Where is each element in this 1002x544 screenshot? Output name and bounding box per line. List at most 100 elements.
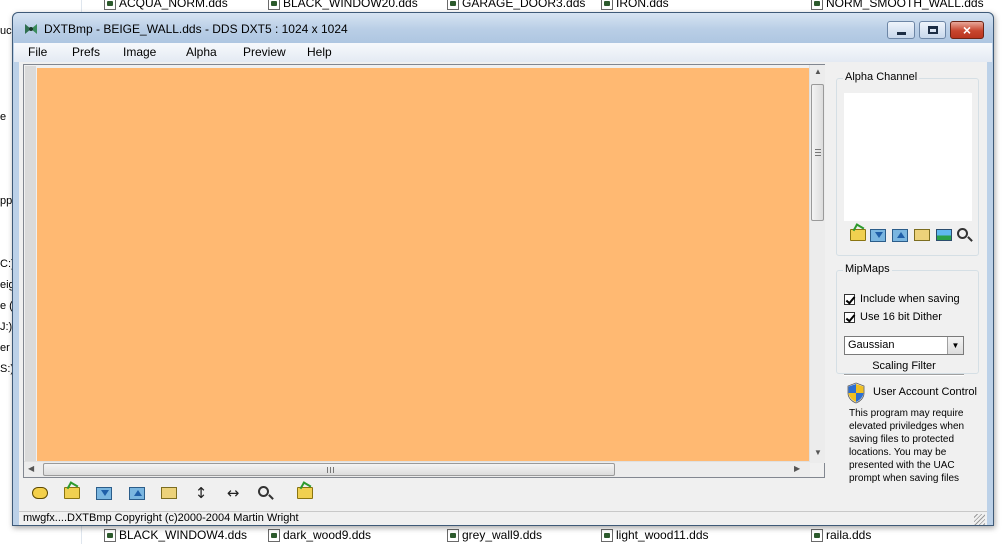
vertical-scrollbar[interactable]: ▲ ▼ [809,65,825,463]
uac-shield-icon [847,382,865,404]
include-when-saving-checkbox[interactable] [844,293,855,305]
save-image-button[interactable] [94,484,114,502]
dxtbmp-window: DXTBmp - BEIGE_WALL.dds - DDS DXT5 : 102… [12,12,994,526]
background-fragment: e [0,111,7,123]
status-text: mwgfx....DXTBmp Copyright (c)2000-2004 M… [23,512,299,524]
file-name: BLACK_WINDOW20.dds [283,0,418,10]
file-name: raila.dds [826,528,872,542]
app-icon [25,24,37,34]
scroll-down-arrow-icon[interactable]: ▼ [814,448,822,457]
background-fragment: ucl [0,25,12,37]
background-file[interactable]: dark_wood9.dds [268,527,371,543]
zoom-button[interactable] [255,484,275,502]
grip-icon [815,149,821,156]
dds-file-icon [268,0,280,10]
dds-file-icon [601,528,613,542]
menu-bar: File Prefs Image Alpha Preview Help [14,43,992,62]
resize-grip-icon[interactable] [974,514,985,525]
client-area: ▲ ▼ ◀ ▶ ↕ ↔ Alpha Channel MipMaps Includ… [19,62,987,525]
mipmaps-label: MipMaps [843,263,892,275]
load-alpha-button[interactable] [891,226,909,244]
open-folder-icon [297,487,313,499]
dds-file-icon [447,0,459,10]
menu-alpha[interactable]: Alpha [186,45,217,59]
open-alpha-file-icon [914,229,930,241]
background-file[interactable]: IRON.dds [601,0,669,11]
background-fragment: eig [0,279,12,291]
open-alpha-file-button[interactable] [913,226,931,244]
texture-canvas[interactable] [37,68,823,461]
chevron-down-icon[interactable]: ▼ [947,337,963,354]
menu-prefs[interactable]: Prefs [72,45,100,59]
dds-file-icon [811,0,823,10]
open-folder-button[interactable] [295,484,315,502]
title-bar[interactable]: DXTBmp - BEIGE_WALL.dds - DDS DXT5 : 102… [13,13,993,43]
background-file[interactable]: grey_wall9.dds [447,527,542,543]
dds-file-icon [811,528,823,542]
background-file[interactable]: BLACK_WINDOW4.dds [104,527,247,543]
flip-horizontal-icon: ↔ [226,483,240,502]
flip-vertical-button[interactable]: ↕ [191,484,211,502]
background-explorer-edge: ucl e pp C:) eig e ( J:) er S:) [0,0,12,544]
menu-preview[interactable]: Preview [243,45,286,59]
view-alpha-button[interactable] [935,226,953,244]
close-icon: × [962,22,972,38]
file-name: IRON.dds [616,0,669,10]
file-name: NORM_SMOOTH_WALL.dds [826,0,984,10]
zoom-alpha-button[interactable] [955,226,973,244]
background-file[interactable]: NORM_SMOOTH_WALL.dds [811,0,984,11]
zoom-icon [258,486,269,497]
background-file[interactable]: light_wood11.dds [601,527,709,543]
background-fragment: S:) [0,363,12,375]
mipmaps-group: MipMaps Include when saving Use 16 bit D… [836,263,979,376]
close-button[interactable]: × [950,21,984,39]
use-16bit-dither-checkbox[interactable] [844,311,855,323]
alpha-preview[interactable] [844,93,972,221]
scroll-right-arrow-icon[interactable]: ▶ [794,464,800,473]
file-name: ACQUA_NORM.dds [119,0,228,10]
background-file[interactable]: raila.dds [811,527,871,543]
file-name: GARAGE_DOOR3.dds [462,0,586,10]
background-file[interactable]: BLACK_WINDOW20.dds [268,0,418,11]
bug-button[interactable] [30,484,50,502]
image-viewer: ▲ ▼ ◀ ▶ [23,64,825,478]
minimize-icon [896,31,906,35]
save-alpha-button[interactable] [869,226,887,244]
uac-description: This program may require elevated privil… [849,408,965,484]
alpha-channel-label: Alpha Channel [843,71,920,83]
include-when-saving-label: Include when saving [860,293,960,305]
minimize-button[interactable] [887,21,915,39]
horizontal-scrollbar[interactable]: ◀ ▶ [24,461,810,477]
dds-file-icon [104,0,116,10]
background-file[interactable]: ACQUA_NORM.dds [104,0,228,11]
maximize-button[interactable] [919,21,946,39]
menu-image[interactable]: Image [123,45,156,59]
flip-horizontal-button[interactable]: ↔ [223,484,243,502]
use-16bit-dither-row[interactable]: Use 16 bit Dither [844,311,942,323]
horizontal-scroll-thumb[interactable] [43,463,615,476]
main-toolbar: ↕ ↔ [27,482,327,506]
open-alpha-button[interactable] [849,226,867,244]
dds-file-icon [268,528,280,542]
status-bar: mwgfx....DXTBmp Copyright (c)2000-2004 M… [19,511,987,526]
background-fragment: er [0,342,10,354]
divider [844,374,964,376]
menu-file[interactable]: File [28,45,47,59]
include-when-saving-row[interactable]: Include when saving [844,293,960,305]
file-name: BLACK_WINDOW4.dds [119,528,248,542]
window-title: DXTBmp - BEIGE_WALL.dds - DDS DXT5 : 102… [44,22,348,36]
alpha-toolbar [849,226,974,246]
open-file-button[interactable] [159,484,179,502]
zoom-alpha-icon [957,228,968,239]
open-button[interactable] [62,484,82,502]
load-image-button[interactable] [127,484,147,502]
dds-file-icon [601,0,613,10]
background-file[interactable]: GARAGE_DOOR3.dds [447,0,585,11]
maximize-icon [927,26,938,34]
scaling-filter-select[interactable]: Gaussian ▼ [844,336,964,355]
menu-help[interactable]: Help [307,45,332,59]
vertical-scroll-thumb[interactable] [811,84,824,221]
scroll-up-arrow-icon[interactable]: ▲ [814,67,822,76]
scroll-left-arrow-icon[interactable]: ◀ [28,464,34,473]
load-alpha-icon [892,228,908,242]
